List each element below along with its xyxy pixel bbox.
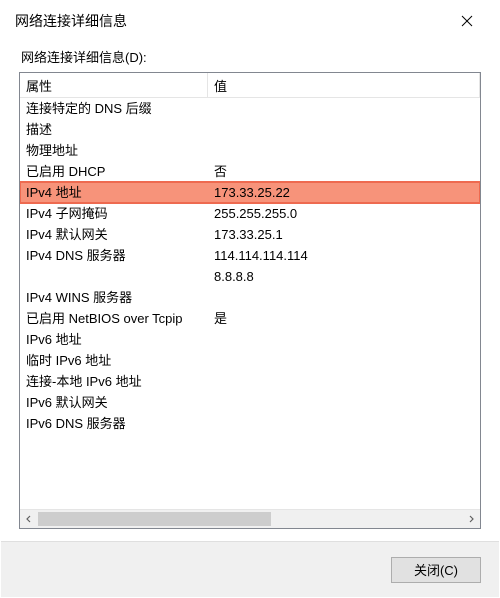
value-cell xyxy=(208,140,480,161)
value-cell: 114.114.114.114 xyxy=(208,245,480,266)
property-cell: IPv4 DNS 服务器 xyxy=(20,245,208,266)
value-cell xyxy=(208,392,480,413)
dialog-window: 网络连接详细信息 网络连接详细信息(D): 属性 值 连接特定的 DNS 后缀描… xyxy=(0,0,500,598)
property-cell: IPv4 默认网关 xyxy=(20,224,208,245)
property-cell: 临时 IPv6 地址 xyxy=(20,350,208,371)
list-header: 属性 值 xyxy=(20,73,480,98)
table-row[interactable]: IPv4 子网掩码255.255.255.0 xyxy=(20,203,480,224)
close-button[interactable]: 关闭(C) xyxy=(391,557,481,583)
table-row[interactable]: 连接-本地 IPv6 地址 xyxy=(20,371,480,392)
value-cell: 否 xyxy=(208,161,480,182)
table-row[interactable]: 描述 xyxy=(20,119,480,140)
table-row[interactable]: 连接特定的 DNS 后缀 xyxy=(20,98,480,119)
table-row[interactable]: IPv4 默认网关173.33.25.1 xyxy=(20,224,480,245)
table-row[interactable]: IPv4 地址173.33.25.22 xyxy=(20,182,480,203)
property-cell: 描述 xyxy=(20,119,208,140)
table-row[interactable]: IPv6 默认网关 xyxy=(20,392,480,413)
property-cell: 已启用 NetBIOS over Tcpip xyxy=(20,308,208,329)
value-cell: 173.33.25.22 xyxy=(208,182,480,203)
titlebar: 网络连接详细信息 xyxy=(1,1,499,41)
table-row[interactable]: 8.8.8.8 xyxy=(20,266,480,287)
table-row[interactable]: IPv4 WINS 服务器 xyxy=(20,287,480,308)
value-cell xyxy=(208,413,480,434)
property-cell: 连接-本地 IPv6 地址 xyxy=(20,371,208,392)
scroll-track[interactable] xyxy=(38,510,462,528)
property-cell: 连接特定的 DNS 后缀 xyxy=(20,98,208,119)
value-cell xyxy=(208,119,480,140)
property-cell xyxy=(20,266,208,287)
column-header-value[interactable]: 值 xyxy=(208,73,480,97)
value-cell xyxy=(208,287,480,308)
scroll-right-arrow-icon[interactable] xyxy=(462,510,480,528)
value-cell: 是 xyxy=(208,308,480,329)
value-cell xyxy=(208,98,480,119)
horizontal-scrollbar[interactable] xyxy=(20,509,480,528)
table-row[interactable]: 已启用 DHCP否 xyxy=(20,161,480,182)
list-rows: 连接特定的 DNS 后缀描述物理地址已启用 DHCP否IPv4 地址173.33… xyxy=(20,98,480,509)
window-close-button[interactable] xyxy=(447,1,487,41)
value-cell: 255.255.255.0 xyxy=(208,203,480,224)
value-cell xyxy=(208,350,480,371)
table-row[interactable]: 已启用 NetBIOS over Tcpip是 xyxy=(20,308,480,329)
close-icon xyxy=(461,15,473,27)
table-row[interactable]: 临时 IPv6 地址 xyxy=(20,350,480,371)
property-cell: IPv4 地址 xyxy=(20,182,208,203)
property-cell: IPv4 子网掩码 xyxy=(20,203,208,224)
dialog-footer: 关闭(C) xyxy=(1,541,499,597)
value-cell: 8.8.8.8 xyxy=(208,266,480,287)
scroll-thumb[interactable] xyxy=(38,512,271,526)
column-header-property[interactable]: 属性 xyxy=(20,73,208,97)
value-cell xyxy=(208,329,480,350)
table-row[interactable]: IPv6 地址 xyxy=(20,329,480,350)
table-row[interactable]: 物理地址 xyxy=(20,140,480,161)
property-cell: IPv6 地址 xyxy=(20,329,208,350)
property-cell: IPv6 DNS 服务器 xyxy=(20,413,208,434)
property-cell: 已启用 DHCP xyxy=(20,161,208,182)
table-row[interactable]: IPv4 DNS 服务器114.114.114.114 xyxy=(20,245,480,266)
table-row[interactable]: IPv6 DNS 服务器 xyxy=(20,413,480,434)
list-caption: 网络连接详细信息(D): xyxy=(21,47,481,66)
value-cell: 173.33.25.1 xyxy=(208,224,480,245)
dialog-body: 网络连接详细信息(D): 属性 值 连接特定的 DNS 后缀描述物理地址已启用 … xyxy=(1,41,499,541)
window-title: 网络连接详细信息 xyxy=(15,11,447,31)
details-list: 属性 值 连接特定的 DNS 后缀描述物理地址已启用 DHCP否IPv4 地址1… xyxy=(19,72,481,529)
property-cell: 物理地址 xyxy=(20,140,208,161)
property-cell: IPv4 WINS 服务器 xyxy=(20,287,208,308)
scroll-left-arrow-icon[interactable] xyxy=(20,510,38,528)
property-cell: IPv6 默认网关 xyxy=(20,392,208,413)
value-cell xyxy=(208,371,480,392)
